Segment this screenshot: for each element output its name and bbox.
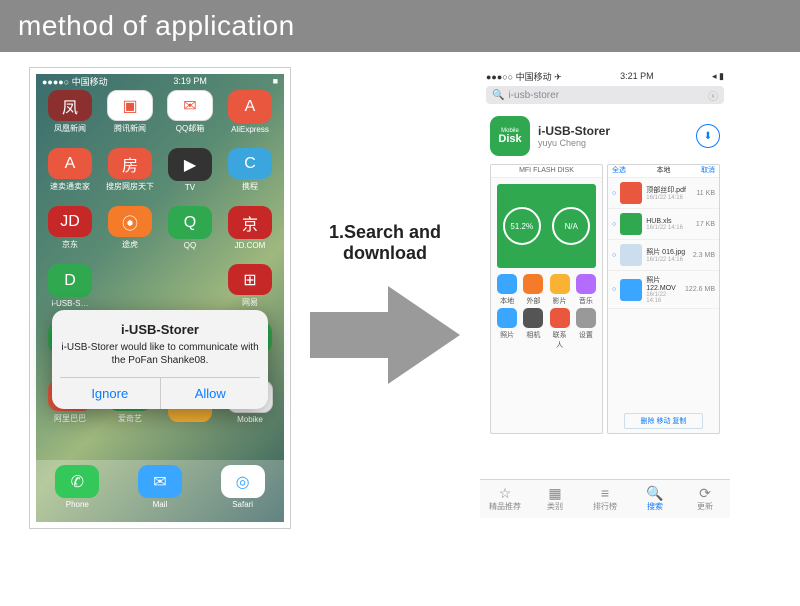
file-row[interactable]: ○HUB.xls16/1/22 14:1617 KB xyxy=(608,209,719,240)
app-name: i-USB-Storer xyxy=(538,124,610,138)
app-icon[interactable]: ✉QQ邮箱 xyxy=(168,90,212,134)
mini-照片[interactable]: 照片 xyxy=(497,308,517,350)
arrow-icon xyxy=(300,280,470,390)
mini-影片[interactable]: 影片 xyxy=(550,274,570,306)
download-button[interactable]: ⬇ xyxy=(696,124,720,148)
phone-left: ●●●●○ 中国移动 3:19 PM ■ 凤凤凰新闻 ▣腾讯新闻 ✉QQ邮箱 AAli… xyxy=(30,68,290,528)
app-dev: yuyu Cheng xyxy=(538,138,610,148)
app-icon[interactable]: ⊞网易 xyxy=(228,264,272,308)
status-bar: ●●●●○ 中国移动 3:19 PM ■ xyxy=(36,74,284,88)
mini-外部[interactable]: 外部 xyxy=(523,274,543,306)
header: method of application xyxy=(0,0,800,52)
app-icon[interactable]: 京JD.COM xyxy=(228,206,272,250)
app-icon[interactable]: ⦿途虎 xyxy=(108,206,152,250)
file-actions[interactable]: 删除 移动 复制 xyxy=(624,413,703,429)
mini-设置[interactable]: 设置 xyxy=(576,308,596,350)
screenshot-2: 全选 本地 取消 ○顶部丝印.pdf16/1/22 14:1611 KB○HUB… xyxy=(607,164,720,434)
status-bar: ●●●○○ 中国移动 ✈ 3:21 PM ◂ ▮ xyxy=(480,68,730,84)
caption-text: 1.Search and download xyxy=(300,222,470,264)
dock-mail[interactable]: ✉Mail xyxy=(138,465,182,509)
search-icon: 🔍 xyxy=(492,90,504,101)
app-icon[interactable]: QQQ xyxy=(168,206,212,250)
tab-搜索[interactable]: 🔍搜索 xyxy=(630,480,680,518)
phone-right: ●●●○○ 中国移动 ✈ 3:21 PM ◂ ▮ 🔍 i-usb-storer … xyxy=(480,68,730,518)
permission-alert: i-USB-Storer i-USB-Storer would like to … xyxy=(52,310,268,409)
alert-body: i-USB-Storer would like to communicate w… xyxy=(60,341,260,367)
dock: ✆Phone ✉Mail ◎Safari xyxy=(36,460,284,522)
alert-title: i-USB-Storer xyxy=(60,322,260,337)
mini-相机[interactable]: 相机 xyxy=(523,308,543,350)
search-result[interactable]: Mobile Disk i-USB-Storer yuyu Cheng ⬇ xyxy=(480,106,730,164)
header-title: method of application xyxy=(18,10,295,41)
screenshot-1: MFI FLASH DISK 51.2% N/A 本地外部影片音乐照片相机联系人… xyxy=(490,164,603,434)
tab-排行榜[interactable]: ≡排行榜 xyxy=(580,480,630,518)
mini-本地[interactable]: 本地 xyxy=(497,274,517,306)
file-row[interactable]: ○照片 016.jpg16/1/22 14:162.3 MB xyxy=(608,240,719,271)
mini-联系人[interactable]: 联系人 xyxy=(550,308,570,350)
search-input[interactable]: 🔍 i-usb-storer ⓧ xyxy=(486,86,724,104)
app-icon[interactable]: ▶TV xyxy=(168,148,212,192)
dock-phone[interactable]: ✆Phone xyxy=(55,465,99,509)
app-icon[interactable]: JD京东 xyxy=(48,206,92,250)
app-icon[interactable] xyxy=(168,264,212,308)
app-icon[interactable] xyxy=(108,264,152,308)
allow-button[interactable]: Allow xyxy=(161,378,261,409)
tab-bar: ☆精品推荐▦类别≡排行榜🔍搜索⟳更新 xyxy=(480,479,730,518)
file-row[interactable]: ○顶部丝印.pdf16/1/22 14:1611 KB xyxy=(608,178,719,209)
ignore-button[interactable]: Ignore xyxy=(60,378,161,409)
app-icon[interactable]: C携程 xyxy=(228,148,272,192)
app-logo: Mobile Disk xyxy=(490,116,530,156)
tab-类别[interactable]: ▦类别 xyxy=(530,480,580,518)
app-icon[interactable]: AAliExpress xyxy=(228,90,272,134)
step-caption: 1.Search and download xyxy=(300,222,470,390)
app-icon[interactable]: A速卖通卖家 xyxy=(48,148,92,192)
tab-更新[interactable]: ⟳更新 xyxy=(680,480,730,518)
app-icon[interactable]: Di-USB-S… xyxy=(48,264,92,308)
app-icon[interactable]: 凤凤凰新闻 xyxy=(48,90,92,134)
file-row[interactable]: ○照片 122.MOV16/1/22 14:16122.6 MB xyxy=(608,271,719,309)
clear-icon[interactable]: ⓧ xyxy=(708,88,718,103)
mini-音乐[interactable]: 音乐 xyxy=(576,274,596,306)
app-icon[interactable]: 房搜房网房天下 xyxy=(108,148,152,192)
app-icon[interactable]: ▣腾讯新闻 xyxy=(108,90,152,134)
dock-safari[interactable]: ◎Safari xyxy=(221,465,265,509)
tab-精品推荐[interactable]: ☆精品推荐 xyxy=(480,480,530,518)
